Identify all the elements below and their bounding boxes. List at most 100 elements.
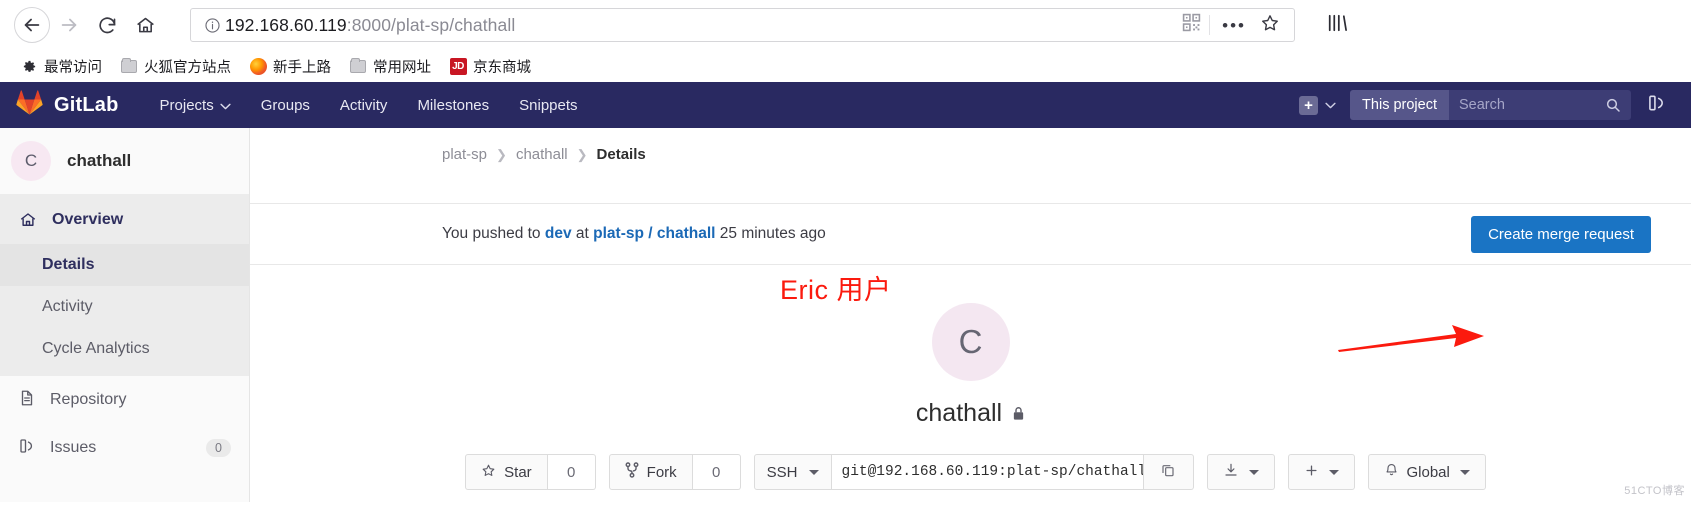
bookmark-item[interactable]: 最常访问 xyxy=(14,54,108,79)
gitlab-tanuki-icon xyxy=(16,90,43,120)
search-input[interactable] xyxy=(1459,97,1589,113)
bookmark-item[interactable]: 火狐官方站点 xyxy=(114,54,237,79)
push-event-row: You pushed to dev at plat-sp / chathall … xyxy=(250,203,1691,265)
project-name-label: chathall xyxy=(67,151,132,170)
sidebar-item-details[interactable]: Details xyxy=(0,244,249,286)
breadcrumb-current: Details xyxy=(596,146,646,163)
star-label: Star xyxy=(504,463,532,481)
sidebar-item-issues[interactable]: Issues 0 xyxy=(0,424,249,472)
chevron-down-icon xyxy=(808,469,819,475)
add-dropdown-button[interactable] xyxy=(1287,454,1355,490)
star-count[interactable]: 0 xyxy=(547,454,596,490)
home-icon xyxy=(135,15,156,36)
reload-button[interactable] xyxy=(88,6,126,44)
push-time: 25 minutes ago xyxy=(719,225,826,242)
bookmark-label: 火狐官方站点 xyxy=(144,59,231,76)
fork-button[interactable]: Fork xyxy=(608,454,693,490)
nav-label: Projects xyxy=(159,96,214,114)
sidebar-item-activity[interactable]: Activity xyxy=(0,286,249,328)
breadcrumb-separator-icon: ❯ xyxy=(496,146,507,162)
bookmarks-bar: 最常访问 火狐官方站点 新手上路 常用网址 JD 京东商城 xyxy=(0,50,1691,82)
search-field-wrap[interactable] xyxy=(1449,90,1631,120)
plus-icon xyxy=(1304,463,1319,482)
forward-button[interactable] xyxy=(50,6,88,44)
back-button[interactable] xyxy=(14,7,50,43)
chevron-down-icon xyxy=(1328,469,1339,475)
project-avatar: C xyxy=(11,141,51,181)
nav-item-milestones[interactable]: Milestones xyxy=(402,82,504,128)
fork-icon xyxy=(625,462,639,482)
main-content: plat-sp ❯ chathall ❯ Details Eric 用户 You… xyxy=(250,128,1691,502)
address-bar[interactable]: 192.168.60.119:8000/plat-sp/chathall ••• xyxy=(190,8,1295,42)
chevron-down-icon xyxy=(220,97,231,114)
create-merge-request-button[interactable]: Create merge request xyxy=(1471,215,1651,253)
clone-protocol-label: SSH xyxy=(766,463,798,481)
gitlab-nav-links: Projects Groups Activity Milestones Snip… xyxy=(145,82,593,128)
bell-icon xyxy=(1384,462,1399,482)
sidebar-label: Issues xyxy=(50,439,97,456)
gitlab-home-link[interactable]: GitLab xyxy=(14,90,119,120)
bookmark-item[interactable]: 新手上路 xyxy=(243,54,337,79)
app-body: C chathall Overview Details Activity Cyc… xyxy=(0,128,1691,502)
library-icon xyxy=(1326,13,1348,38)
forward-arrow-icon xyxy=(58,14,80,36)
page-actions-menu-icon[interactable]: ••• xyxy=(1210,17,1258,34)
search-icon[interactable] xyxy=(1605,97,1621,113)
breadcrumb-project[interactable]: chathall xyxy=(516,146,568,163)
sidebar-item-cycle-analytics[interactable]: Cycle Analytics xyxy=(0,328,249,370)
project-hero-avatar: C xyxy=(931,303,1010,381)
fork-group: Fork 0 xyxy=(608,454,741,490)
bookmark-label: 京东商城 xyxy=(473,59,531,76)
project-action-bar: Star 0 Fork 0 SSH git@192.168.60.119:pla… xyxy=(250,454,1691,490)
gear-icon xyxy=(20,57,38,75)
bookmark-item[interactable]: 常用网址 xyxy=(343,54,437,79)
gitlab-navbar: GitLab Projects Groups Activity Mileston… xyxy=(0,82,1691,128)
copy-clone-url-button[interactable] xyxy=(1143,454,1194,490)
sidebar-item-repository[interactable]: Repository xyxy=(0,376,249,424)
gitlab-brand-label: GitLab xyxy=(54,93,119,116)
gitlab-navbar-right: + This project xyxy=(1285,90,1677,120)
browser-toolbar: 192.168.60.119:8000/plat-sp/chathall ••• xyxy=(0,0,1691,50)
clone-url-field[interactable]: git@192.168.60.119:plat-sp/chathall.git xyxy=(831,454,1144,490)
home-button[interactable] xyxy=(126,6,164,44)
url-text: 192.168.60.119:8000/plat-sp/chathall xyxy=(225,14,516,35)
push-project-link[interactable]: plat-sp / chathall xyxy=(593,225,715,242)
nav-label: Activity xyxy=(339,96,388,114)
sidebar-label: Overview xyxy=(52,211,124,228)
search-box: This project xyxy=(1350,90,1631,120)
search-scope-label[interactable]: This project xyxy=(1350,90,1449,120)
fork-count[interactable]: 0 xyxy=(692,454,741,490)
nav-item-activity[interactable]: Activity xyxy=(325,82,403,128)
new-item-dropdown[interactable]: + xyxy=(1285,95,1350,115)
nav-item-projects[interactable]: Projects xyxy=(145,82,246,128)
sidebar-project-header[interactable]: C chathall xyxy=(0,128,249,194)
star-button[interactable]: Star xyxy=(465,454,548,490)
sidebar-item-overview[interactable]: Overview xyxy=(0,196,249,244)
bookmark-star-icon[interactable] xyxy=(1258,13,1286,38)
nav-item-groups[interactable]: Groups xyxy=(246,82,325,128)
reload-icon xyxy=(97,15,118,36)
qr-code-icon[interactable] xyxy=(1174,13,1209,37)
notification-dropdown-button[interactable]: Global xyxy=(1367,454,1486,490)
nav-item-snippets[interactable]: Snippets xyxy=(504,82,592,128)
site-info-icon[interactable] xyxy=(199,17,225,34)
download-dropdown-button[interactable] xyxy=(1206,454,1275,490)
project-sidebar: C chathall Overview Details Activity Cyc… xyxy=(0,128,250,502)
annotation-text: Eric 用户 xyxy=(780,275,892,305)
breadcrumb-group[interactable]: plat-sp xyxy=(442,146,487,163)
issues-icon xyxy=(18,437,36,460)
star-group: Star 0 xyxy=(465,454,596,490)
jd-icon: JD xyxy=(449,57,467,75)
issues-boards-button[interactable] xyxy=(1631,93,1677,118)
push-middle: at xyxy=(575,225,589,242)
back-arrow-icon xyxy=(21,14,43,36)
bookmark-item[interactable]: JD 京东商城 xyxy=(443,54,537,79)
download-icon xyxy=(1223,462,1239,482)
push-prefix: You pushed to xyxy=(442,225,541,242)
home-icon xyxy=(18,211,38,229)
sidebar-label: Activity xyxy=(42,298,93,315)
copy-clipboard-icon xyxy=(1160,462,1176,483)
library-button[interactable] xyxy=(1315,13,1359,38)
push-branch-link[interactable]: dev xyxy=(545,225,572,242)
clone-protocol-dropdown[interactable]: SSH xyxy=(753,454,832,490)
